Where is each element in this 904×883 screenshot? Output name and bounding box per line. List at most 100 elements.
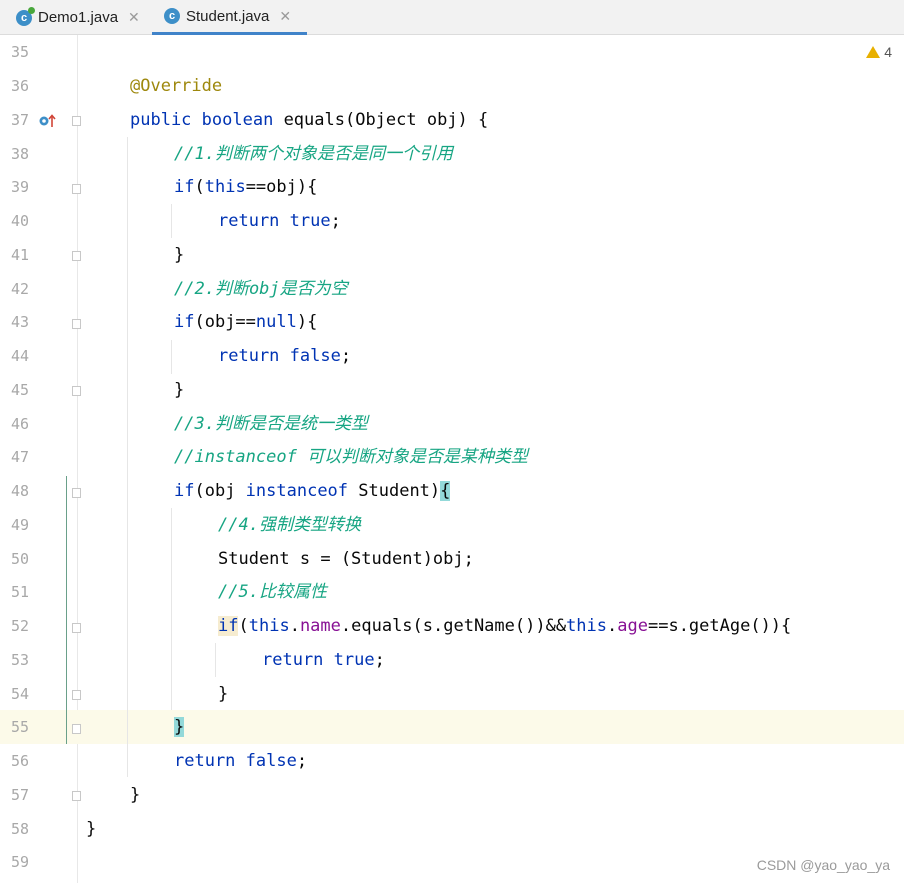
warning-icon [866,46,881,58]
line-number: 58 [11,820,30,838]
fold-marker[interactable] [72,386,81,396]
fold-marker[interactable] [72,690,81,700]
code-text: ==s.getAge()){ [647,616,792,636]
keyword: false [245,751,297,771]
keyword: return [262,650,324,670]
matched-brace: } [174,717,185,737]
comment: //4.强制类型转换 [218,515,361,535]
code-text: (obj== [194,312,256,332]
code-line[interactable]: if(obj==null){ [174,305,317,339]
fold-marker[interactable] [72,116,81,126]
line-number: 54 [11,685,30,703]
code-text: } [174,380,185,400]
code-text: ; [340,346,352,366]
code-line[interactable]: return true; [218,204,341,238]
keyword: boolean [201,110,274,130]
indent-guide [171,340,172,374]
fold-marker[interactable] [72,488,81,498]
change-marker [66,476,67,744]
indent-guide [215,643,216,677]
indent-guide [127,137,128,777]
code-line[interactable]: } [174,373,184,407]
code-text: ; [296,751,308,771]
comment: //1.判断两个对象是否是同一个引用 [174,144,453,164]
fold-marker[interactable] [72,251,81,261]
annotation: @Override [130,76,223,96]
keyword: this [204,177,246,197]
code-line[interactable]: } [130,778,140,812]
code-line[interactable]: Student s = (Student)obj; [218,542,474,576]
code-line[interactable]: if(obj instanceof Student){ [174,474,451,508]
code-line[interactable]: } [86,812,96,846]
field: age [617,616,648,636]
code-text: equals(Object obj) { [273,110,489,130]
code-text: Student s = (Student)obj; [218,549,474,569]
tab-student-java[interactable]: c Student.java ✕ [152,0,307,35]
code-text: . [289,616,300,636]
tab-demo1-java[interactable]: c Demo1.java ✕ [16,0,151,35]
line-number: 49 [11,516,30,534]
code-text: } [86,819,97,839]
code-text: ( [194,177,205,197]
line-number: 53 [11,651,30,669]
keyword: public [130,110,192,130]
code-text: ; [374,650,385,670]
code-text: } [174,245,185,265]
fold-marker[interactable] [72,184,81,194]
code-line[interactable]: if(this==obj){ [174,170,317,204]
keyword: false [289,346,341,366]
code-line[interactable]: return true; [262,643,385,677]
keyword: true [289,211,331,231]
fold-marker[interactable] [72,724,81,734]
keyword: if [174,177,195,197]
line-number: 46 [11,415,30,433]
code-text: Student) [348,481,441,501]
keyword: this [566,616,608,636]
keyword: return [218,211,280,231]
line-number: 37 [11,111,30,129]
fold-marker[interactable] [72,319,81,329]
code-line[interactable]: public boolean equals(Object obj) { [130,103,488,137]
line-number: 48 [11,482,30,500]
fold-marker[interactable] [72,791,81,801]
code-text: (obj [194,481,246,501]
code-line[interactable]: //1.判断两个对象是否是同一个引用 [174,137,453,171]
close-icon[interactable]: ✕ [128,9,140,26]
keyword: return [218,346,280,366]
code-text: ){ [296,312,318,332]
comment: //3.判断是否是统一类型 [174,414,368,434]
current-line-highlight [0,710,904,744]
line-number: 56 [11,752,30,770]
fold-marker[interactable] [72,623,81,633]
line-number: 39 [11,178,30,196]
code-line[interactable]: //2.判断obj是否为空 [174,272,348,306]
line-number: 36 [11,77,30,95]
code-line[interactable]: } [218,677,228,711]
tab-label: Demo1.java [38,9,119,26]
code-line[interactable]: if(this.name.equals(s.getName())&&this.a… [218,609,791,643]
keyword: return [174,751,236,771]
code-line[interactable]: return false; [174,744,307,778]
code-line[interactable]: //5.比较属性 [218,575,327,609]
keyword: this [248,616,290,636]
inspection-warning-indicator[interactable]: 4 [866,44,892,60]
close-icon[interactable]: ✕ [279,8,291,25]
keyword: if [174,481,195,501]
line-number: 35 [11,43,30,61]
override-method-icon[interactable] [38,113,58,129]
line-number: 51 [11,583,30,601]
code-line[interactable]: //instanceof 可以判断对象是否是某种类型 [174,440,528,474]
code-line-current[interactable]: } [174,710,185,744]
field: name [299,616,341,636]
code-line[interactable]: //3.判断是否是统一类型 [174,407,368,441]
code-line[interactable]: //4.强制类型转换 [218,508,361,542]
line-number: 45 [11,381,30,399]
line-number: 40 [11,212,30,230]
indent-guide [171,204,172,238]
watermark: CSDN @yao_yao_ya [756,857,890,873]
tab-label: Student.java [186,7,270,25]
code-line[interactable]: @Override [130,69,222,103]
code-line[interactable]: } [174,238,184,272]
line-number: 59 [11,853,30,871]
code-line[interactable]: return false; [218,339,351,373]
